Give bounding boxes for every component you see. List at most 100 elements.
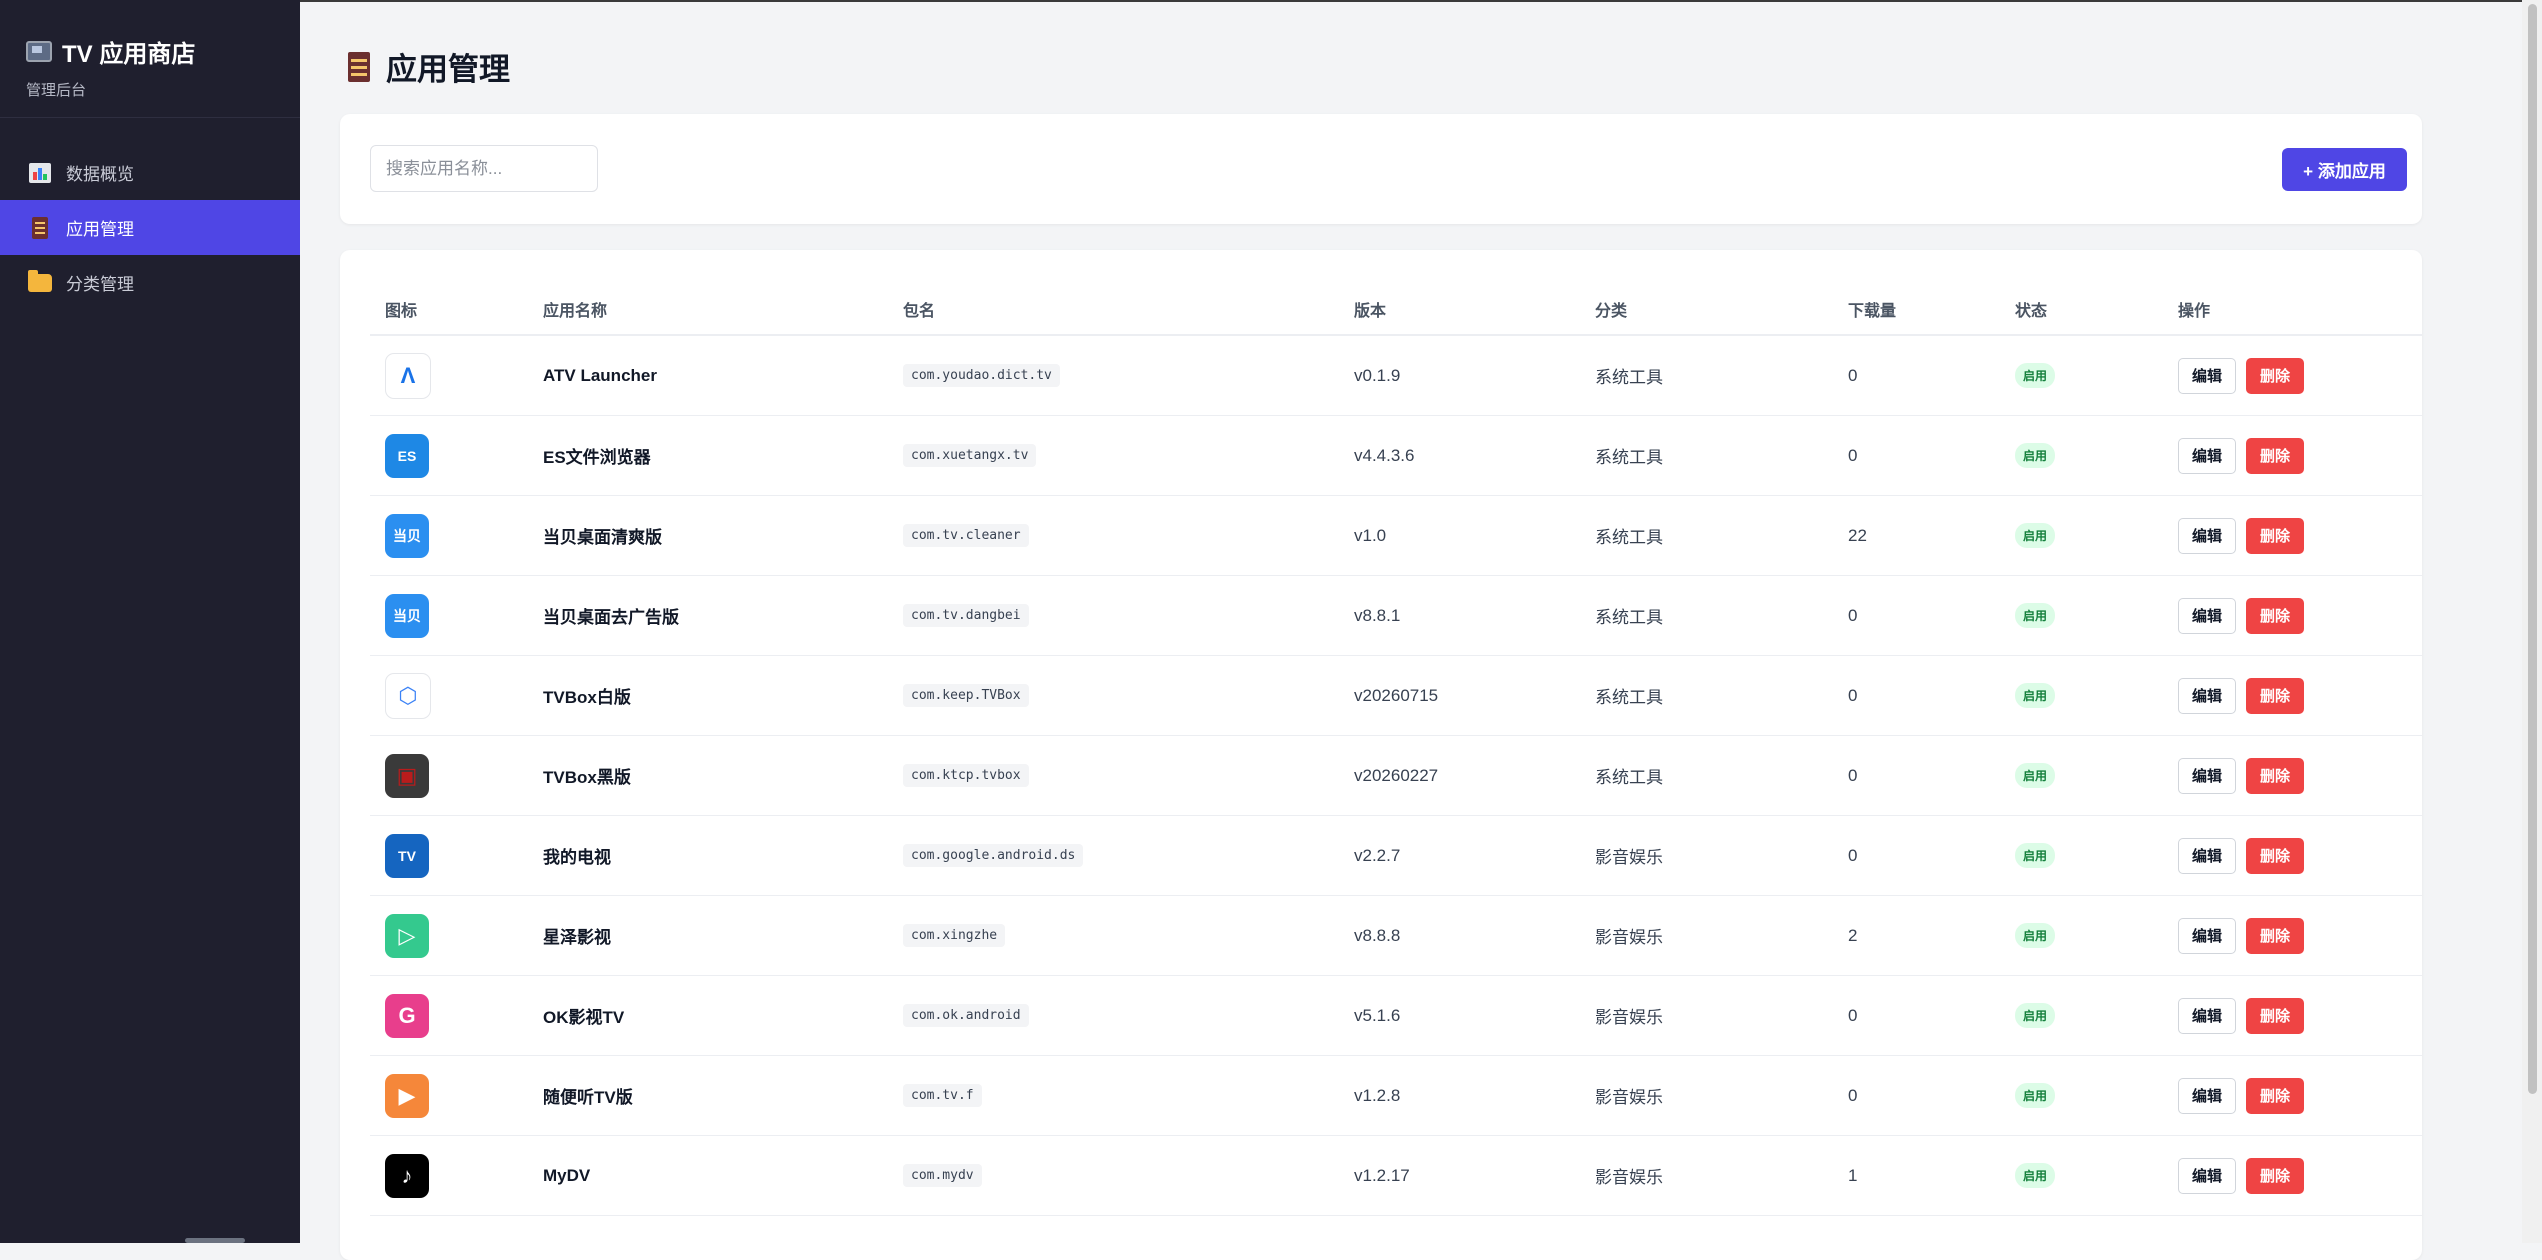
tiktok-icon: ♪ bbox=[385, 1153, 429, 1198]
downloads: 22 bbox=[1848, 525, 1867, 545]
icon-cell: ▷ bbox=[385, 896, 429, 975]
app-name: 星泽影视 bbox=[543, 928, 611, 947]
category: 系统工具 bbox=[1595, 448, 1663, 467]
status-badge: 启用 bbox=[2015, 363, 2056, 388]
search-input[interactable] bbox=[370, 145, 598, 192]
icon-cell: G bbox=[385, 976, 429, 1055]
delete-button[interactable]: 删除 bbox=[2246, 517, 2304, 554]
scrollbar-thumb[interactable] bbox=[2528, 4, 2537, 1094]
status-badge: 启用 bbox=[2015, 523, 2056, 548]
delete-button[interactable]: 删除 bbox=[2246, 837, 2304, 874]
edit-button[interactable]: 编辑 bbox=[2178, 1077, 2236, 1114]
delete-button[interactable]: 删除 bbox=[2246, 597, 2304, 634]
table-row: TV 我的电视 com.google.android.ds v2.2.7 影音娱… bbox=[370, 816, 2422, 896]
tv-icon bbox=[26, 41, 52, 62]
app-name: ATV Launcher bbox=[543, 365, 657, 385]
sidebar: TV 应用商店 管理后台 数据概览 应用管理 分类管理 bbox=[0, 0, 300, 1243]
icon-cell: ♪ bbox=[385, 1136, 429, 1215]
edit-button[interactable]: 编辑 bbox=[2178, 837, 2236, 874]
edit-button[interactable]: 编辑 bbox=[2178, 437, 2236, 474]
table-row: ⬡ TVBox白版 com.keep.TVBox v20260715 系统工具 … bbox=[370, 656, 2422, 736]
downloads: 0 bbox=[1848, 765, 1858, 785]
status-badge: 启用 bbox=[2015, 763, 2056, 788]
ok-tv-icon: G bbox=[385, 993, 429, 1038]
sidebar-item-category-management[interactable]: 分类管理 bbox=[0, 255, 300, 310]
edit-button[interactable]: 编辑 bbox=[2178, 677, 2236, 714]
column-header-name: 应用名称 bbox=[543, 303, 608, 320]
table-row: ES ES文件浏览器 com.xuetangx.tv v4.4.3.6 系统工具… bbox=[370, 416, 2422, 496]
dangbei-icon: 当贝 bbox=[385, 593, 429, 638]
sidebar-item-label: 数据概览 bbox=[66, 165, 134, 184]
downloads: 1 bbox=[1848, 1165, 1858, 1185]
dangbei-icon: 当贝 bbox=[385, 513, 429, 558]
icon-glyph: Λ bbox=[400, 362, 416, 388]
actions-cell: 编辑 删除 bbox=[2178, 816, 2304, 895]
delete-button[interactable]: 删除 bbox=[2246, 357, 2304, 394]
package-name: com.youdao.dict.tv bbox=[903, 364, 1060, 387]
icon-cell: ES bbox=[385, 416, 429, 495]
actions-cell: 编辑 删除 bbox=[2178, 496, 2304, 575]
table-row: 当贝 当贝桌面去广告版 com.tv.dangbei v8.8.1 系统工具 0… bbox=[370, 576, 2422, 656]
sidebar-nav: 数据概览 应用管理 分类管理 bbox=[0, 145, 300, 310]
delete-button[interactable]: 删除 bbox=[2246, 997, 2304, 1034]
delete-button[interactable]: 删除 bbox=[2246, 677, 2304, 714]
suibianting-icon: ▶ bbox=[385, 1073, 429, 1118]
package-cell: com.mydv bbox=[903, 1136, 982, 1215]
delete-button[interactable]: 删除 bbox=[2246, 917, 2304, 954]
downloads: 0 bbox=[1848, 1005, 1858, 1025]
column-header-downloads: 下载量 bbox=[1848, 303, 1897, 320]
brand: TV 应用商店 管理后台 bbox=[0, 0, 300, 118]
edit-button[interactable]: 编辑 bbox=[2178, 997, 2236, 1034]
vertical-scrollbar[interactable] bbox=[2522, 0, 2542, 1243]
app-name: 随便听TV版 bbox=[543, 1088, 633, 1107]
package-name: com.tv.dangbei bbox=[903, 604, 1029, 627]
status-badge: 启用 bbox=[2015, 683, 2056, 708]
edit-button[interactable]: 编辑 bbox=[2178, 1157, 2236, 1194]
delete-button[interactable]: 删除 bbox=[2246, 1157, 2304, 1194]
package-name: com.mydv bbox=[903, 1164, 982, 1187]
package-cell: com.youdao.dict.tv bbox=[903, 336, 1060, 415]
downloads: 0 bbox=[1848, 845, 1858, 865]
delete-button[interactable]: 删除 bbox=[2246, 757, 2304, 794]
edit-button[interactable]: 编辑 bbox=[2178, 757, 2236, 794]
version: v8.8.8 bbox=[1354, 925, 1401, 945]
edit-button[interactable]: 编辑 bbox=[2178, 517, 2236, 554]
version: v1.0 bbox=[1354, 525, 1387, 545]
package-cell: com.tv.dangbei bbox=[903, 576, 1029, 655]
delete-button[interactable]: 删除 bbox=[2246, 437, 2304, 474]
status-cell: 启用 bbox=[2015, 1136, 2056, 1215]
version: v8.8.1 bbox=[1354, 605, 1401, 625]
toolbar-card: + 添加应用 bbox=[340, 114, 2422, 224]
main-content: 应用管理 + 添加应用 图标 应用名称 包名 版本 分类 下载量 状态 操作 Λ… bbox=[300, 0, 2522, 1260]
edit-button[interactable]: 编辑 bbox=[2178, 357, 2236, 394]
actions-cell: 编辑 删除 bbox=[2178, 976, 2304, 1055]
horizontal-scroll-thumb[interactable] bbox=[185, 1238, 245, 1243]
add-app-button[interactable]: + 添加应用 bbox=[2282, 148, 2407, 191]
status-cell: 启用 bbox=[2015, 816, 2056, 895]
atv-launcher-icon: Λ bbox=[385, 352, 431, 399]
actions-cell: 编辑 删除 bbox=[2178, 1136, 2304, 1215]
table-row: ▷ 星泽影视 com.xingzhe v8.8.8 影音娱乐 2 启用 编辑 删… bbox=[370, 896, 2422, 976]
package-name: com.tv.f bbox=[903, 1084, 982, 1107]
icon-glyph: 当贝 bbox=[393, 607, 421, 624]
category: 系统工具 bbox=[1595, 688, 1663, 707]
app-name: 我的电视 bbox=[543, 848, 611, 867]
downloads: 0 bbox=[1848, 445, 1858, 465]
actions-cell: 编辑 删除 bbox=[2178, 416, 2304, 495]
package-name: com.xingzhe bbox=[903, 924, 1006, 947]
edit-button[interactable]: 编辑 bbox=[2178, 917, 2236, 954]
brand-title: TV 应用商店 bbox=[26, 34, 274, 69]
actions-cell: 编辑 删除 bbox=[2178, 736, 2304, 815]
sidebar-item-label: 分类管理 bbox=[66, 275, 134, 294]
edit-button[interactable]: 编辑 bbox=[2178, 597, 2236, 634]
package-cell: com.google.android.ds bbox=[903, 816, 1084, 895]
status-badge: 启用 bbox=[2015, 1163, 2056, 1188]
sidebar-item-overview[interactable]: 数据概览 bbox=[0, 145, 300, 200]
icon-cell: ⬡ bbox=[385, 656, 431, 735]
sidebar-item-app-management[interactable]: 应用管理 bbox=[0, 200, 300, 255]
status-cell: 启用 bbox=[2015, 1056, 2056, 1135]
folder-icon bbox=[28, 269, 52, 294]
downloads: 0 bbox=[1848, 365, 1858, 385]
status-cell: 启用 bbox=[2015, 656, 2056, 735]
delete-button[interactable]: 删除 bbox=[2246, 1077, 2304, 1114]
